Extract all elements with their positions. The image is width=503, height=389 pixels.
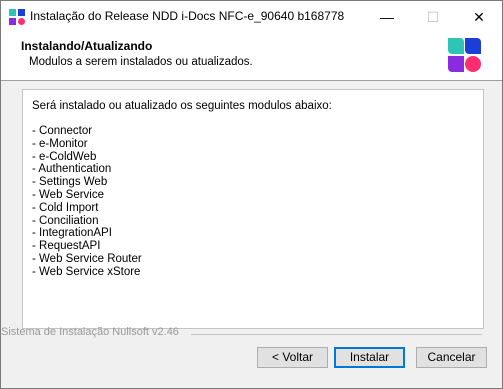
minimize-button[interactable]: — [364, 1, 410, 33]
close-button[interactable]: ✕ [456, 1, 502, 33]
branding-divider [191, 334, 482, 335]
list-item: - e-Monitor [32, 137, 88, 150]
app-icon [9, 9, 25, 25]
list-item: - IntegrationAPI [32, 227, 112, 240]
window-title: Instalação do Release NDD i-Docs NFC-e_9… [30, 9, 345, 23]
list-item: - Authentication [32, 163, 112, 176]
install-button[interactable]: Instalar [334, 347, 405, 368]
list-item: - Web Service [32, 188, 105, 201]
page-header: Instalando/Atualizando Modulos a serem i… [1, 33, 502, 81]
installer-window: Instalação do Release NDD i-Docs NFC-e_9… [0, 0, 503, 389]
list-item: - Cold Import [32, 201, 99, 214]
cancel-button[interactable]: Cancelar [416, 347, 487, 368]
modules-list: - Connector - e-Monitor - e-ColdWeb - Au… [32, 125, 142, 279]
list-item: - Conciliation [32, 214, 99, 227]
list-item: - Web Service Router [32, 252, 142, 265]
list-item: - RequestAPI [32, 240, 101, 253]
list-item: - Web Service xStore [32, 265, 141, 278]
modules-panel: Será instalado ou atualizado os seguinte… [22, 89, 484, 329]
page-title: Instalando/Atualizando [21, 39, 153, 53]
list-item: - e-ColdWeb [32, 150, 97, 163]
list-item: - Connector [32, 125, 93, 137]
ndd-logo-icon [448, 38, 481, 72]
maximize-button[interactable]: ☐ [410, 1, 456, 33]
back-button[interactable]: < Voltar [257, 347, 328, 368]
title-bar[interactable]: Instalação do Release NDD i-Docs NFC-e_9… [1, 1, 502, 33]
page-subtitle: Modulos a serem instalados ou atualizado… [29, 56, 253, 68]
branding-text: Sistema de Instalação Nullsoft v2.46 [1, 326, 179, 338]
intro-text: Será instalado ou atualizado os seguinte… [32, 100, 332, 112]
list-item: - Settings Web [32, 176, 108, 189]
